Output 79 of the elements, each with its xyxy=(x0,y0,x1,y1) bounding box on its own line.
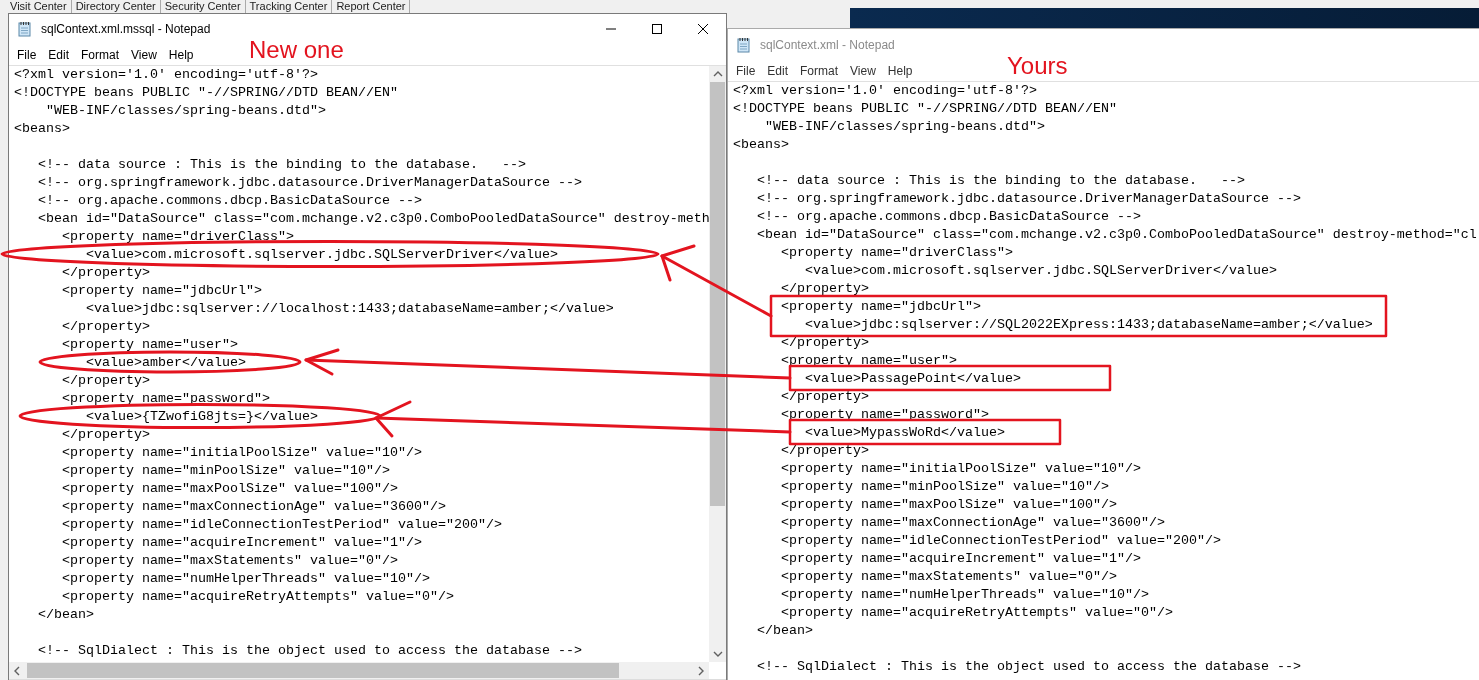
close-icon xyxy=(697,23,709,35)
code-line: <!-- data source : This is the binding to the database. --> xyxy=(38,156,526,174)
maximize-icon xyxy=(651,23,663,35)
code-line: </bean> xyxy=(757,622,813,640)
notepad-icon xyxy=(17,21,33,37)
window-title: sqlContext.xml.mssql - Notepad xyxy=(41,22,212,36)
code-line: <!-- SqlDialect : This is the object used to access the database --> xyxy=(757,658,1301,676)
code-line: </property> xyxy=(62,264,150,282)
code-line: <property name="acquireRetryAttempts" value="0"/> xyxy=(62,588,454,606)
code-line: <property name="acquireIncrement" value="1"/> xyxy=(62,534,422,552)
code-line: "WEB-INF/classes/spring-beans.dtd"> xyxy=(765,118,1045,136)
code-line: <!-- org.springframework.jdbc.datasource.DriverManagerDataSource --> xyxy=(38,174,582,192)
code-line: <property name="idleConnectionTestPeriod" value="200"/> xyxy=(62,516,502,534)
code-line: <property name="initialPoolSize" value="10"/> xyxy=(781,460,1141,478)
code-line: <value>PassagePoint</value> xyxy=(805,370,1021,388)
code-line: </property> xyxy=(62,318,150,336)
code-line: <beans> xyxy=(733,136,789,154)
code-line: <!-- org.apache.commons.dbcp.BasicDataSource --> xyxy=(757,208,1141,226)
code-line: <value>amber</value> xyxy=(86,354,246,372)
code-line: <bean id="DataSource" class="com.mchange.v2.c3p0.ComboPooledDataSource" destroy-method="cl xyxy=(757,226,1477,244)
code-line: <property name="driverClass"> xyxy=(781,244,1013,262)
code-line: <!DOCTYPE beans PUBLIC "-//SPRING//DTD BEAN//EN" xyxy=(733,100,1117,118)
menu-item[interactable]: Edit xyxy=(42,47,76,62)
code-line: <property name="idleConnectionTestPeriod" value="200"/> xyxy=(781,532,1221,550)
code-line: </property> xyxy=(781,388,869,406)
code-line: <property name="maxStatements" value="0"/> xyxy=(781,568,1117,586)
scrollbar-thumb[interactable] xyxy=(27,663,619,678)
code-line: <value>jdbc:sqlserver://SQL2022EXpress:1433;databaseName=amber;</value> xyxy=(805,316,1373,334)
code-line: <property name="maxPoolSize" value="100"/> xyxy=(781,496,1117,514)
code-line: <!-- SqlDialect : This is the object used to access the database --> xyxy=(38,642,582,660)
horizontal-scrollbar[interactable] xyxy=(9,662,709,679)
notepad-icon xyxy=(736,37,752,53)
code-line: <property name="driverClass"> xyxy=(62,228,294,246)
annotation-label: New one xyxy=(249,36,344,64)
vertical-scrollbar[interactable] xyxy=(709,66,726,662)
code-line: <property name="maxStatements" value="0"/> xyxy=(62,552,398,570)
code-line: <property name="numHelperThreads" value="10"/> xyxy=(781,586,1149,604)
code-line: <value>{TZwofiG8jts=}</value> xyxy=(86,408,318,426)
code-line: </property> xyxy=(62,426,150,444)
code-line: </property> xyxy=(781,280,869,298)
code-line: <!-- data source : This is the binding to the database. --> xyxy=(757,172,1245,190)
menu-item[interactable]: View xyxy=(125,47,163,62)
code-line: <property name="numHelperThreads" value="10"/> xyxy=(62,570,430,588)
code-line: </property> xyxy=(781,334,869,352)
code-line: <property name="user"> xyxy=(781,352,957,370)
code-line: <!DOCTYPE beans PUBLIC "-//SPRING//DTD BEAN//EN" xyxy=(14,84,398,102)
menu-item[interactable]: Format xyxy=(75,47,126,62)
code-line: <value>jdbc:sqlserver://localhost:1433;databaseName=amber;</value> xyxy=(86,300,614,318)
code-line: <?xml version='1.0' encoding='utf-8'?> xyxy=(14,66,318,84)
code-line: <property name="acquireRetryAttempts" value="0"/> xyxy=(781,604,1173,622)
code-line: <property name="initialPoolSize" value="10"/> xyxy=(62,444,422,462)
code-line: <property name="jdbcUrl"> xyxy=(62,282,262,300)
code-line: <value>com.microsoft.sqlserver.jdbc.SQLServerDriver</value> xyxy=(86,246,558,264)
code-line: <property name="minPoolSize" value="10"/> xyxy=(781,478,1109,496)
code-line: <property name="password"> xyxy=(62,390,270,408)
code-line: <!-- org.springframework.jdbc.datasource.DriverManagerDataSource --> xyxy=(757,190,1301,208)
code-line: <property name="minPoolSize" value="10"/> xyxy=(62,462,390,480)
code-line: <property name="maxPoolSize" value="100"/> xyxy=(62,480,398,498)
menu-item[interactable]: File xyxy=(11,47,43,62)
scrollbar-thumb[interactable] xyxy=(710,82,725,506)
code-line: "WEB-INF/classes/spring-beans.dtd"> xyxy=(46,102,326,120)
code-line: <?xml version='1.0' encoding='utf-8'?> xyxy=(733,82,1037,100)
annotation-label: Yours xyxy=(1007,52,1068,80)
code-line: <property name="jdbcUrl"> xyxy=(781,298,981,316)
code-line: <property name="maxConnectionAge" value="3600"/> xyxy=(62,498,446,516)
code-line: <property name="user"> xyxy=(62,336,238,354)
code-line: <property name="maxConnectionAge" value="3600"/> xyxy=(781,514,1165,532)
code-line: <beans> xyxy=(14,120,70,138)
code-line: <property name="acquireIncrement" value="1"/> xyxy=(781,550,1141,568)
code-line: <!-- org.apache.commons.dbcp.BasicDataSource --> xyxy=(38,192,422,210)
code-line: </bean> xyxy=(38,606,94,624)
code-line: </property> xyxy=(62,372,150,390)
window-title: sqlContext.xml - Notepad xyxy=(760,38,896,52)
code-line: <property name="password"> xyxy=(781,406,989,424)
code-line: <value>MypassWoRd</value> xyxy=(805,424,1005,442)
menu-item[interactable]: Help xyxy=(162,47,200,62)
code-line: <bean id="DataSource" class="com.mchange.v2.c3p0.ComboPooledDataSource" destroy-meth xyxy=(38,210,709,228)
code-line: <value>com.microsoft.sqlserver.jdbc.SQLServerDriver</value> xyxy=(805,262,1277,280)
code-line: </property> xyxy=(781,442,869,460)
